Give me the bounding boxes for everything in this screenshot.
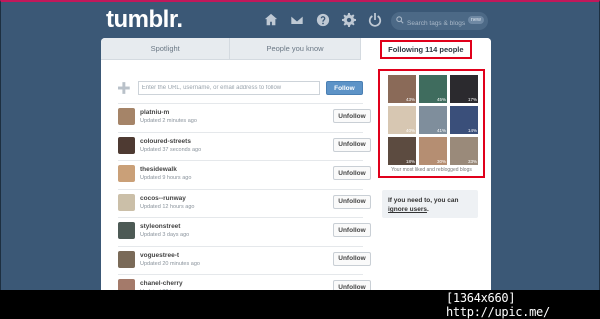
- unfollow-button[interactable]: Unfollow: [333, 137, 371, 152]
- following-row: chanel-cherry Updated 22 hours ago Unfollo…: [118, 274, 371, 290]
- sidebar: 43% 45% 17% 40% 41% 14% 18% 30% 33% Your most li…: [378, 69, 486, 218]
- updated-time: Updated 22 hours ago: [140, 289, 194, 290]
- avatar[interactable]: [118, 250, 135, 268]
- unfollow-button[interactable]: Unfollow: [333, 194, 371, 209]
- avatar[interactable]: [118, 279, 135, 290]
- liked-blog-thumb[interactable]: 14%: [450, 106, 478, 134]
- blog-name[interactable]: cocos--runway: [140, 195, 186, 202]
- tab-bar: Spotlight People you know Following 114 …: [101, 38, 491, 60]
- following-row: coloured-streets Updated 37 seconds ago Un…: [118, 131, 371, 161]
- screenshot-caption: [1364x660] http://upic.me/: [446, 291, 550, 319]
- top-nav: [263, 12, 383, 28]
- liked-blog-thumb[interactable]: 45%: [419, 75, 447, 103]
- ignore-users-link[interactable]: ignore users: [388, 206, 427, 213]
- updated-time: Updated 37 seconds ago: [140, 146, 202, 153]
- like-percentage: 18%: [405, 159, 415, 164]
- liked-blogs-caption: Your most liked and reblogged blogs: [391, 167, 472, 173]
- search-input[interactable]: [407, 15, 467, 32]
- blog-name[interactable]: chanel-cherry: [140, 280, 183, 287]
- following-panel: Spotlight People you know Following 114 …: [101, 38, 491, 290]
- avatar[interactable]: [118, 222, 135, 239]
- updated-time: Updated 20 minutes ago: [140, 260, 200, 267]
- browser-viewport: tumblr. new Spotlight People you know Fo…: [0, 0, 600, 290]
- gear-icon[interactable]: [341, 12, 357, 28]
- following-row: cocos--runway Updated 12 hours ago Unfollo…: [118, 188, 371, 218]
- like-percentage: 30%: [436, 159, 446, 164]
- search-icon: [396, 16, 404, 24]
- blog-name[interactable]: thesidewalk: [140, 166, 177, 173]
- tab-people-you-know[interactable]: People you know: [230, 38, 361, 60]
- updated-time: Updated 12 hours ago: [140, 203, 195, 210]
- unfollow-button[interactable]: Unfollow: [333, 280, 371, 290]
- liked-blog-thumb[interactable]: 43%: [388, 75, 416, 103]
- unfollow-button[interactable]: Unfollow: [333, 166, 371, 180]
- tab-following-label: Following 114 people: [380, 39, 472, 59]
- power-icon[interactable]: [367, 12, 383, 28]
- tab-spotlight[interactable]: Spotlight: [101, 38, 231, 60]
- like-percentage: 41%: [436, 128, 446, 133]
- liked-blog-thumb[interactable]: 33%: [450, 137, 478, 165]
- avatar[interactable]: [118, 108, 135, 125]
- liked-blog-thumb[interactable]: 30%: [419, 137, 447, 165]
- info-period: .: [427, 206, 429, 213]
- following-list: Follow platniu-m Updated 2 minutes ago Unf…: [118, 80, 371, 290]
- blog-name[interactable]: styleonstreet: [140, 223, 180, 230]
- avatar[interactable]: [118, 165, 135, 182]
- avatar[interactable]: [118, 193, 135, 211]
- unfollow-button[interactable]: Unfollow: [333, 109, 371, 123]
- following-row: styleonstreet Updated 3 days ago Unfollow: [118, 217, 371, 246]
- updated-time: Updated 2 minutes ago: [140, 118, 197, 124]
- new-badge: new: [467, 16, 484, 24]
- tab-following[interactable]: Following 114 people: [360, 38, 491, 60]
- mail-icon[interactable]: [289, 12, 305, 28]
- tumblr-logo[interactable]: tumblr.: [106, 6, 183, 34]
- updated-time: Updated 9 hours ago: [140, 175, 192, 181]
- unfollow-button[interactable]: Unfollow: [333, 251, 371, 266]
- search-bar[interactable]: new: [391, 12, 488, 32]
- avatar[interactable]: [118, 136, 135, 154]
- liked-blog-thumb[interactable]: 41%: [419, 106, 447, 134]
- liked-blogs-box: 43% 45% 17% 40% 41% 14% 18% 30% 33% Your most li…: [378, 69, 485, 178]
- like-percentage: 33%: [467, 159, 477, 164]
- blog-name[interactable]: platniu-m: [140, 109, 169, 116]
- like-percentage: 43%: [405, 97, 415, 102]
- ignore-users-info: If you need to, you can ignore users.: [382, 190, 478, 218]
- follow-url-input[interactable]: [137, 81, 320, 95]
- like-percentage: 14%: [467, 128, 477, 133]
- liked-blog-thumb[interactable]: 18%: [388, 137, 416, 165]
- blog-name[interactable]: voguestree-t: [140, 252, 179, 259]
- liked-blog-thumb[interactable]: 17%: [450, 75, 478, 103]
- like-percentage: 45%: [436, 97, 446, 102]
- home-icon[interactable]: [263, 12, 279, 28]
- updated-time: Updated 3 days ago: [140, 232, 190, 238]
- info-text: If you need to, you can: [388, 197, 459, 204]
- plus-icon: [118, 82, 130, 94]
- following-row: platniu-m Updated 2 minutes ago Unfollow: [118, 103, 371, 132]
- blog-name[interactable]: coloured-streets: [140, 138, 191, 145]
- like-percentage: 40%: [405, 128, 415, 133]
- unfollow-button[interactable]: Unfollow: [333, 223, 371, 237]
- like-percentage: 17%: [467, 97, 477, 102]
- follow-button[interactable]: Follow: [325, 81, 363, 95]
- help-icon[interactable]: [315, 12, 331, 28]
- add-follow-bar: Follow: [118, 80, 363, 96]
- liked-blog-thumb[interactable]: 40%: [388, 106, 416, 134]
- following-row: voguestree-t Updated 20 minutes ago Unfoll…: [118, 245, 371, 275]
- following-row: thesidewalk Updated 9 hours ago Unfollow: [118, 160, 371, 189]
